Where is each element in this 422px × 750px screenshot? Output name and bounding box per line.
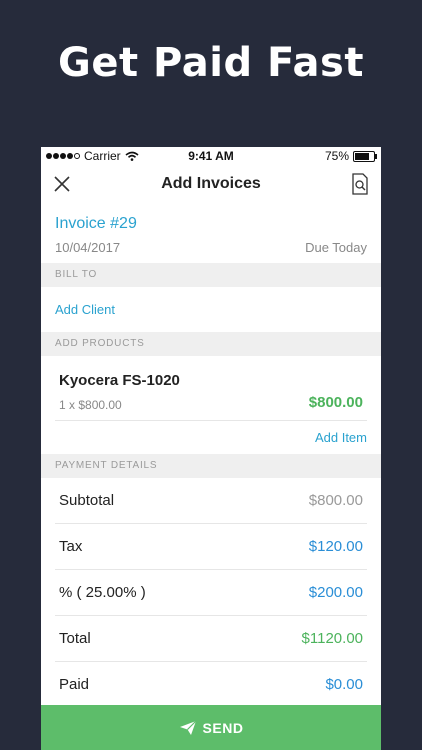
product-quantity: 1 x $800.00 [59, 398, 122, 412]
payment-value: $120.00 [308, 538, 363, 555]
payment-value: $800.00 [308, 492, 363, 509]
product-price: $800.00 [308, 394, 363, 411]
invoice-date[interactable]: 10/04/2017 [55, 240, 120, 255]
payment-value: $200.00 [308, 584, 363, 601]
product-item[interactable]: Kyocera FS-1020 1 x $800.00 $800.00 [55, 356, 367, 421]
payment-row-subtotal[interactable]: Subtotal $800.00 [55, 478, 367, 524]
payment-value: $1120.00 [301, 630, 363, 647]
invoice-header: Invoice #29 10/04/2017 Due Today [41, 203, 381, 263]
product-name: Kyocera FS-1020 [59, 372, 180, 389]
payment-row-paid[interactable]: Paid $0.00 [55, 662, 367, 708]
send-label: SEND [202, 719, 244, 736]
bill-to-header: BILL TO [41, 263, 381, 287]
payment-label: Subtotal [59, 492, 115, 509]
send-button[interactable]: SEND [41, 705, 381, 750]
payment-label: % ( 25.00% ) [59, 584, 146, 601]
battery-percent: 75% [324, 149, 349, 163]
page-title: Add Invoices [161, 175, 261, 192]
navigation-bar: Add Invoices [41, 165, 381, 203]
phone-screen: Carrier 9:41 AM 75% Add Invoices Invoice… [41, 147, 381, 750]
payment-label: Tax [59, 538, 83, 555]
payment-row-discount[interactable]: % ( 25.00% ) $200.00 [55, 570, 367, 616]
add-client-link[interactable]: Add Client [41, 287, 381, 332]
payment-row-tax[interactable]: Tax $120.00 [55, 524, 367, 570]
payment-details-header: PAYMENT DETAILS [41, 454, 381, 478]
promo-headline: Get Paid Fast [58, 40, 364, 86]
add-item-link[interactable]: Add Item [41, 421, 381, 454]
invoice-number[interactable]: Invoice #29 [55, 215, 137, 233]
payment-label: Paid [59, 676, 90, 693]
payment-value: $0.00 [325, 676, 363, 693]
status-right: 75% [324, 149, 377, 163]
status-bar: Carrier 9:41 AM 75% [41, 147, 381, 165]
payment-label: Total [59, 630, 91, 647]
add-products-header: ADD PRODUCTS [41, 332, 381, 356]
battery-icon [353, 150, 377, 162]
document-search-icon[interactable] [351, 173, 369, 195]
paper-plane-icon [179, 720, 196, 735]
payment-details-list: Subtotal $800.00 Tax $120.00 % ( 25.00% … [41, 478, 381, 708]
invoice-due[interactable]: Due Today [305, 240, 367, 255]
payment-row-total[interactable]: Total $1120.00 [55, 616, 367, 662]
